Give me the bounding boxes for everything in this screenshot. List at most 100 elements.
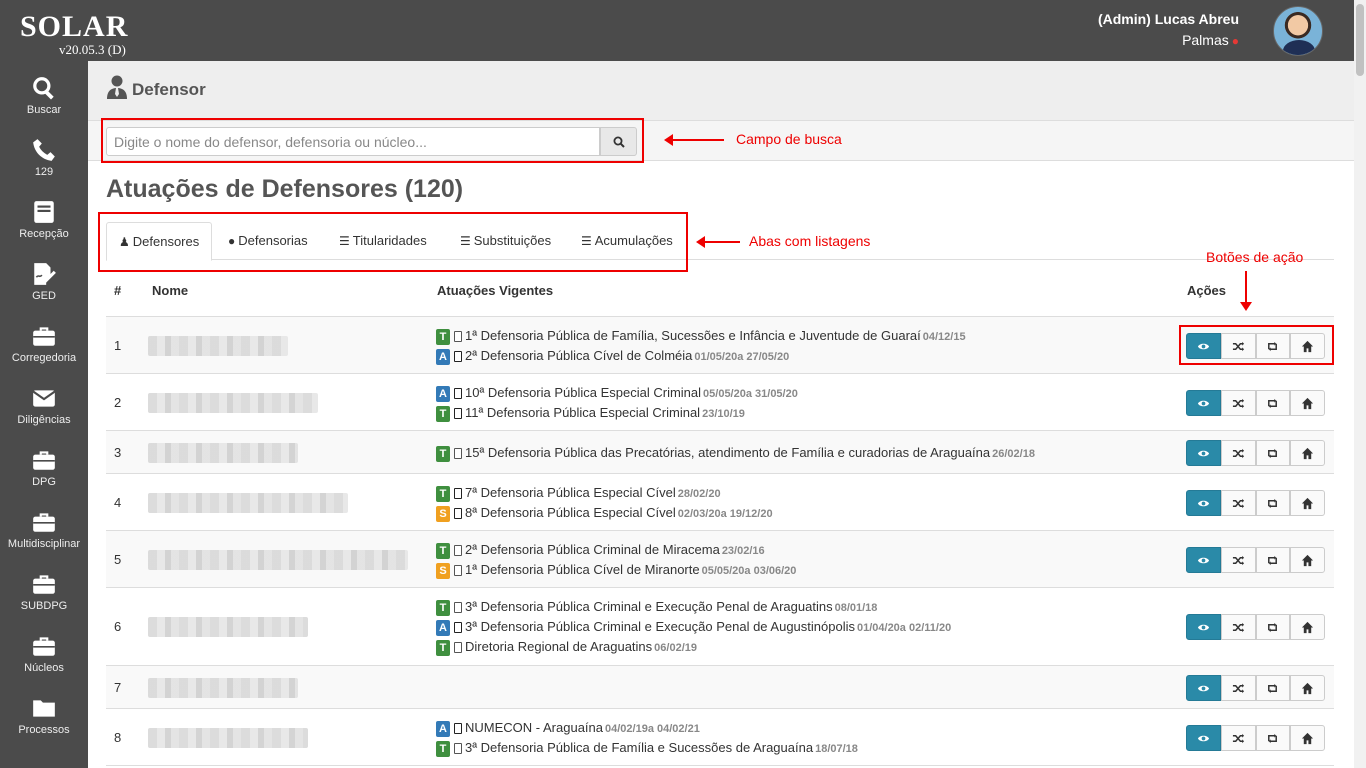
atuacoes-list: T 2ª Defensoria Pública Criminal de Mirac… bbox=[436, 540, 796, 580]
atuacao-item[interactable]: T 15ª Defensoria Pública das Precatórias,… bbox=[436, 443, 1035, 463]
atuacao-date: 06/02/19 bbox=[654, 642, 697, 654]
main-content: Defensor Atuações de Defensores (120) ♟D… bbox=[88, 61, 1354, 768]
home-button[interactable] bbox=[1290, 675, 1325, 701]
defensor-name-redacted[interactable] bbox=[148, 443, 298, 463]
atuacao-item[interactable]: A NUMECON - Araguaína 04/02/19a 04/02/21 bbox=[436, 718, 858, 738]
defensor-name-redacted[interactable] bbox=[148, 493, 348, 513]
home-button[interactable] bbox=[1290, 725, 1325, 751]
view-button[interactable] bbox=[1186, 440, 1221, 466]
sidebar-item-multidisciplinar[interactable]: Multidisciplinar bbox=[0, 495, 88, 557]
atuacao-date: 01/04/20a 02/11/20 bbox=[856, 622, 952, 634]
retweet-button[interactable] bbox=[1255, 725, 1291, 751]
home-button[interactable] bbox=[1290, 490, 1325, 516]
retweet-button[interactable] bbox=[1255, 675, 1291, 701]
retweet-button[interactable] bbox=[1255, 390, 1291, 416]
atuacao-defensoria: Diretoria Regional de Araguatins bbox=[465, 639, 653, 654]
atuacao-defensoria: 10ª Defensoria Pública Especial Criminal bbox=[465, 385, 702, 400]
defensor-name-redacted[interactable] bbox=[148, 617, 308, 637]
atuacao-item[interactable]: T Diretoria Regional de Araguatins 06/02/1… bbox=[436, 637, 951, 657]
atuacao-item[interactable]: T 3ª Defensoria Pública Criminal e Execuç… bbox=[436, 597, 951, 617]
annotation-arrow-tabs bbox=[696, 236, 740, 248]
shuffle-icon bbox=[1232, 554, 1245, 567]
atuacao-type-badge: T bbox=[436, 639, 450, 656]
user-location[interactable]: Palmas ● bbox=[1182, 32, 1239, 48]
atuacao-defensoria: 3ª Defensoria Pública de Família e Suces… bbox=[465, 740, 814, 755]
view-button[interactable] bbox=[1186, 725, 1221, 751]
atuacao-item[interactable]: T 1ª Defensoria Pública de Família, Suces… bbox=[436, 326, 966, 346]
sidebar-item-diligencias[interactable]: Diligências bbox=[0, 371, 88, 433]
home-icon bbox=[1301, 447, 1314, 460]
eye-icon bbox=[1197, 621, 1210, 634]
defensor-name-redacted[interactable] bbox=[148, 678, 298, 698]
sidebar-item-nucleos[interactable]: Núcleos bbox=[0, 619, 88, 681]
row-actions bbox=[1186, 614, 1325, 640]
row-number: 5 bbox=[114, 552, 122, 567]
atuacao-date: 18/07/18 bbox=[815, 743, 858, 755]
retweet-button[interactable] bbox=[1255, 440, 1291, 466]
defensor-name-redacted[interactable] bbox=[148, 550, 408, 570]
atuacao-item[interactable]: T 11ª Defensoria Pública Especial Crimina… bbox=[436, 403, 798, 423]
sidebar-item-processos[interactable]: Processos bbox=[0, 681, 88, 743]
view-button[interactable] bbox=[1186, 547, 1221, 573]
view-button[interactable] bbox=[1186, 614, 1221, 640]
atuacao-item[interactable]: A 2ª Defensoria Pública Cível de Colméia 0… bbox=[436, 346, 966, 366]
atuacao-item[interactable]: T 7ª Defensoria Pública Especial Cível 28/… bbox=[436, 483, 773, 503]
retweet-icon bbox=[1266, 447, 1279, 460]
scrollbar-thumb[interactable] bbox=[1356, 4, 1364, 76]
home-button[interactable] bbox=[1290, 547, 1325, 573]
sidebar-item-dpg[interactable]: DPG bbox=[0, 433, 88, 495]
document-icon bbox=[454, 331, 462, 343]
retweet-button[interactable] bbox=[1255, 547, 1291, 573]
user-name[interactable]: (Admin) Lucas Abreu bbox=[1098, 11, 1239, 27]
annotation-arrow-search bbox=[664, 134, 724, 146]
shuffle-button[interactable] bbox=[1220, 614, 1256, 640]
retweet-icon bbox=[1266, 397, 1279, 410]
folder-icon bbox=[0, 695, 88, 725]
retweet-button[interactable] bbox=[1255, 614, 1291, 640]
shuffle-button[interactable] bbox=[1220, 490, 1256, 516]
defensor-name-redacted[interactable] bbox=[148, 728, 308, 748]
view-button[interactable] bbox=[1186, 675, 1221, 701]
view-button[interactable] bbox=[1186, 490, 1221, 516]
defensor-name-redacted[interactable] bbox=[148, 336, 288, 356]
sidebar-item-buscar[interactable]: Buscar bbox=[0, 61, 88, 123]
table-row: 6 T 3ª Defensoria Pública Criminal e Execu… bbox=[106, 588, 1334, 666]
atuacao-date: 04/02/19a 04/02/21 bbox=[605, 723, 700, 735]
retweet-button[interactable] bbox=[1255, 490, 1291, 516]
app-brand[interactable]: SOLAR bbox=[20, 12, 128, 42]
shuffle-button[interactable] bbox=[1220, 390, 1256, 416]
home-button[interactable] bbox=[1290, 440, 1325, 466]
shuffle-button[interactable] bbox=[1220, 547, 1256, 573]
shuffle-button[interactable] bbox=[1220, 725, 1256, 751]
sidebar-item-label: Núcleos bbox=[24, 662, 64, 674]
atuacao-item[interactable]: S 1ª Defensoria Pública Cível de Miranort… bbox=[436, 560, 796, 580]
page-scrollbar[interactable] bbox=[1354, 0, 1366, 768]
shuffle-button[interactable] bbox=[1220, 675, 1256, 701]
home-button[interactable] bbox=[1290, 614, 1325, 640]
briefcase-icon bbox=[0, 509, 88, 539]
shuffle-button[interactable] bbox=[1220, 440, 1256, 466]
shuffle-icon bbox=[1232, 397, 1245, 410]
page-title: Defensor bbox=[132, 80, 206, 99]
view-button[interactable] bbox=[1186, 390, 1221, 416]
sidebar-item-corregedoria[interactable]: Corregedoria bbox=[0, 309, 88, 371]
defensor-name-redacted[interactable] bbox=[148, 393, 318, 413]
avatar[interactable] bbox=[1273, 6, 1323, 56]
home-button[interactable] bbox=[1290, 390, 1325, 416]
atuacao-item[interactable]: S 8ª Defensoria Pública Especial Cível 02/… bbox=[436, 503, 773, 523]
sidebar-item-ged[interactable]: GED bbox=[0, 247, 88, 309]
atuacao-type-badge: S bbox=[436, 562, 450, 579]
atuacao-item[interactable]: T 3ª Defensoria Pública de Família e Suce… bbox=[436, 738, 858, 758]
atuacao-item[interactable]: A 10ª Defensoria Pública Especial Crimina… bbox=[436, 383, 798, 403]
atuacao-item[interactable]: T 2ª Defensoria Pública Criminal de Mirac… bbox=[436, 540, 796, 560]
sidebar-item-label: Diligências bbox=[17, 414, 71, 426]
atuacao-item[interactable]: A 3ª Defensoria Pública Criminal e Execuç… bbox=[436, 617, 951, 637]
retweet-icon bbox=[1266, 732, 1279, 745]
sidebar-item-subdpg[interactable]: SUBDPG bbox=[0, 557, 88, 619]
top-bar: SOLAR v20.05.3 (D) (Admin) Lucas Abreu P… bbox=[0, 0, 1366, 61]
atuacao-defensoria: 7ª Defensoria Pública Especial Cível bbox=[465, 485, 676, 500]
column-header-nome[interactable]: Nome bbox=[152, 283, 188, 298]
document-icon bbox=[454, 488, 462, 500]
sidebar-item-recepcao[interactable]: Recepção bbox=[0, 185, 88, 247]
sidebar-item-129[interactable]: 129 bbox=[0, 123, 88, 185]
